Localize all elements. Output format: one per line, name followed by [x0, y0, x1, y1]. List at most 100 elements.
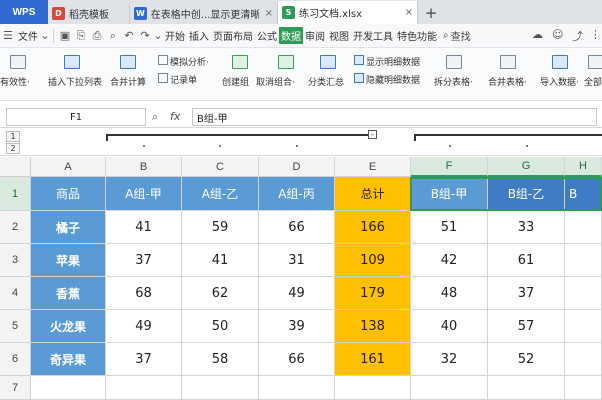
cloud-icon[interactable]: ☁ — [532, 28, 543, 41]
cell-e1[interactable]: 总计 — [335, 177, 411, 211]
cell-f4[interactable]: 48 — [411, 277, 488, 310]
what-if-analysis-button[interactable]: 模拟分析· — [170, 55, 209, 68]
cell-h5[interactable] — [565, 310, 602, 343]
cell-e6[interactable]: 161 — [335, 343, 411, 376]
split-table-icon[interactable] — [446, 55, 462, 69]
row-header-7[interactable]: 7 — [0, 376, 31, 400]
validity-icon[interactable] — [10, 55, 26, 69]
import-data-button[interactable]: 导入数据· — [540, 75, 579, 88]
search-box[interactable]: ⌕ 查找 — [443, 28, 471, 43]
column-header-e[interactable]: E — [335, 157, 411, 177]
row-header-1[interactable]: 1 — [0, 177, 31, 211]
cell-f5[interactable]: 40 — [411, 310, 488, 343]
row-header-3[interactable]: 3 — [0, 244, 31, 277]
select-all-corner[interactable] — [0, 157, 31, 177]
undo-icon[interactable]: ↶ — [121, 29, 137, 42]
export-icon[interactable]: ⎘ — [73, 29, 89, 43]
all-button[interactable]: 全部 — [584, 75, 602, 88]
ungroup-button[interactable]: 取消组合· — [256, 75, 295, 88]
what-if-icon[interactable] — [158, 55, 168, 65]
cell-g4[interactable]: 37 — [488, 277, 565, 310]
hamburger-icon[interactable]: ☰ — [0, 29, 16, 42]
column-header-c[interactable]: C — [182, 157, 259, 177]
record-form-button[interactable]: 记录单 — [170, 73, 197, 86]
cell-a3[interactable]: 苹果 — [31, 244, 106, 277]
dropdown-arrow-icon[interactable]: ⌄ — [40, 29, 50, 42]
merge-table-button[interactable]: 合并表格· — [488, 75, 527, 88]
cell-c5[interactable]: 50 — [182, 310, 259, 343]
cell-a7[interactable] — [31, 376, 106, 400]
cell-a2[interactable]: 橘子 — [31, 211, 106, 244]
cell-d5[interactable]: 39 — [259, 310, 335, 343]
ungroup-icon[interactable] — [278, 55, 294, 69]
wps-app-button[interactable]: WPS — [0, 0, 48, 24]
outline-level-2[interactable]: 2 — [6, 143, 20, 154]
cell-e7[interactable] — [335, 376, 411, 400]
print-icon[interactable]: ⎙ — [89, 29, 105, 43]
cell-g1[interactable]: B组-乙 — [488, 177, 565, 211]
cell-g5[interactable]: 57 — [488, 310, 565, 343]
merge-table-icon[interactable] — [500, 55, 516, 69]
cell-c2[interactable]: 59 — [182, 211, 259, 244]
close-tab-icon[interactable]: × — [265, 8, 273, 19]
tab-doc-template[interactable]: D 稻壳模板 — [48, 2, 130, 24]
menu-formula[interactable]: 公式 — [255, 28, 279, 43]
collapse-group-a-button[interactable]: - — [368, 130, 377, 139]
column-header-f[interactable]: F — [411, 157, 488, 177]
tab-word-doc[interactable]: W 在表格中创...显示更清晰 × — [130, 2, 278, 24]
cell-e5[interactable]: 138 — [335, 310, 411, 343]
cell-c7[interactable] — [182, 376, 259, 400]
row-header-5[interactable]: 5 — [0, 310, 31, 343]
column-header-b[interactable]: B — [106, 157, 182, 177]
cell-g2[interactable]: 33 — [488, 211, 565, 244]
cell-e2[interactable]: 166 — [335, 211, 411, 244]
cell-b5[interactable]: 49 — [106, 310, 182, 343]
show-detail-button[interactable]: 显示明细数据 — [366, 55, 420, 68]
close-tab-icon[interactable]: × — [405, 7, 413, 18]
validity-button[interactable]: 有效性· — [0, 75, 30, 88]
formula-input[interactable]: B组-甲 — [192, 108, 597, 126]
menu-page-layout[interactable]: 页面布局 — [211, 28, 255, 43]
fx-icon[interactable]: fx — [170, 110, 180, 123]
cell-b3[interactable]: 37 — [106, 244, 182, 277]
hide-detail-icon[interactable] — [354, 73, 364, 83]
more-options-icon[interactable]: ⋮ — [590, 28, 601, 41]
split-table-button[interactable]: 拆分表格· — [434, 75, 473, 88]
cell-h3[interactable] — [565, 244, 602, 277]
save-icon[interactable]: ▣ — [57, 29, 73, 42]
cell-d7[interactable] — [259, 376, 335, 400]
create-group-button[interactable]: 创建组 — [222, 75, 249, 88]
cell-c4[interactable]: 62 — [182, 277, 259, 310]
name-box[interactable]: F1 — [6, 108, 146, 126]
cell-b6[interactable]: 37 — [106, 343, 182, 376]
import-data-icon[interactable] — [552, 55, 568, 69]
more-icon[interactable]: ⌄ — [153, 29, 163, 42]
cell-h4[interactable] — [565, 277, 602, 310]
subtotal-icon[interactable] — [320, 55, 336, 69]
cell-g7[interactable] — [488, 376, 565, 400]
cell-d6[interactable]: 66 — [259, 343, 335, 376]
row-header-6[interactable]: 6 — [0, 343, 31, 376]
cell-b1[interactable]: A组-甲 — [106, 177, 182, 211]
cell-g3[interactable]: 61 — [488, 244, 565, 277]
column-header-h[interactable]: H — [565, 157, 602, 177]
menu-start[interactable]: 开始 — [163, 28, 187, 43]
menu-features[interactable]: 特色功能 — [395, 28, 439, 43]
cell-h6[interactable] — [565, 343, 602, 376]
cell-a1[interactable]: 商品 — [31, 177, 106, 211]
row-header-4[interactable]: 4 — [0, 277, 31, 310]
cell-e4[interactable]: 179 — [335, 277, 411, 310]
outline-level-1[interactable]: 1 — [6, 131, 20, 142]
cell-f6[interactable]: 32 — [411, 343, 488, 376]
menu-file[interactable]: 文件 — [16, 28, 40, 43]
column-header-a[interactable]: A — [31, 157, 106, 177]
cell-c1[interactable]: A组-乙 — [182, 177, 259, 211]
cell-h2[interactable] — [565, 211, 602, 244]
cell-a4[interactable]: 香蕉 — [31, 277, 106, 310]
cell-d3[interactable]: 31 — [259, 244, 335, 277]
preview-icon[interactable]: ⌕ — [105, 29, 121, 43]
cell-f7[interactable] — [411, 376, 488, 400]
cell-h1[interactable]: B — [565, 177, 602, 211]
cell-h7[interactable] — [565, 376, 602, 400]
all-icon[interactable] — [588, 55, 602, 69]
